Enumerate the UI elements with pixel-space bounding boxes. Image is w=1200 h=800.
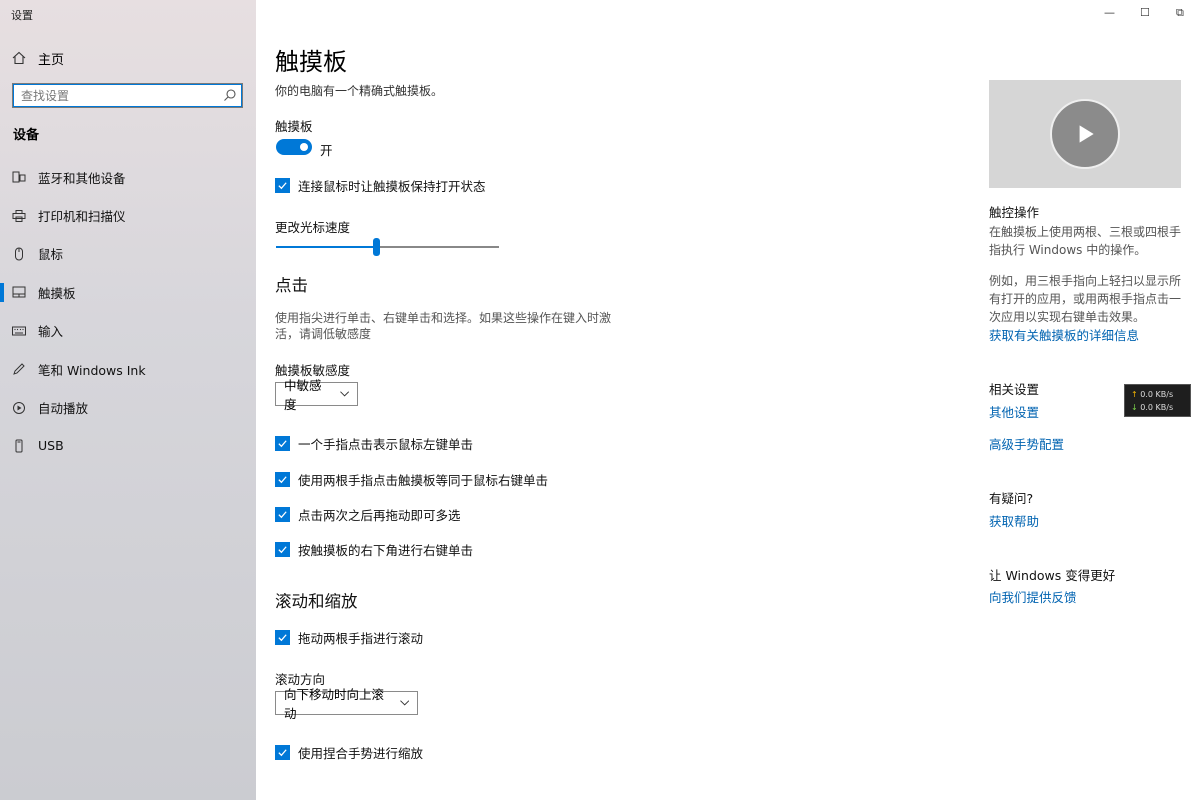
taps-desc-line1: 使用指尖进行单击、右键单击和选择。如果这些操作在键入时激 xyxy=(275,311,612,325)
page-subtitle: 你的电脑有一个精确式触摸板。 xyxy=(275,84,444,98)
pen-icon xyxy=(13,363,25,375)
sidebar-item-label: 鼠标 xyxy=(38,247,64,263)
sidebar-item-label: 触摸板 xyxy=(38,285,76,301)
sidebar-item-typing[interactable]: 输入 xyxy=(0,312,256,350)
scroll-zoom-heading: 滚动和缩放 xyxy=(275,592,358,611)
network-speed-widget: ↑ 0.0 KB/s ↓ 0.0 KB/s xyxy=(1124,384,1191,417)
scroll-two-fingers-checkbox[interactable]: 拖动两根手指进行滚动 xyxy=(275,628,423,647)
main-content: 触摸板 你的电脑有一个精确式触摸板。 触摸板 开 连接鼠标时让触摸板保持打开状态… xyxy=(256,0,1200,800)
slider-thumb[interactable] xyxy=(372,238,380,256)
search-box[interactable] xyxy=(12,83,243,108)
printer-icon xyxy=(12,209,26,222)
sidebar-item-label: 打印机和扫描仪 xyxy=(38,209,126,225)
sidebar-item-label: USB xyxy=(38,438,64,454)
checkmark-icon[interactable] xyxy=(275,472,290,487)
question-title: 有疑问? xyxy=(989,491,1034,506)
touchpad-label: 触摸板 xyxy=(275,119,313,134)
download-row: ↓ 0.0 KB/s xyxy=(1131,401,1190,414)
gesture-video[interactable] xyxy=(989,80,1181,188)
touchpad-toggle[interactable] xyxy=(276,139,312,155)
mouse-icon xyxy=(15,247,23,261)
taps-heading: 点击 xyxy=(275,276,308,295)
gestures-title: 触控操作 xyxy=(989,205,1040,220)
sensitivity-dropdown[interactable]: 中敏感度 xyxy=(275,378,358,412)
checkbox-label: 一个手指点击表示鼠标左键单击 xyxy=(298,437,474,452)
page-title: 触摸板 xyxy=(275,48,347,76)
checkmark-icon[interactable] xyxy=(275,507,290,522)
checkbox-label: 拖动两根手指进行滚动 xyxy=(298,631,424,646)
taps-desc-line2: 活，请调低敏感度 xyxy=(275,327,372,341)
advanced-gesture-link[interactable]: 高级手势配置 xyxy=(989,434,1064,453)
slider-fill xyxy=(276,246,377,248)
get-help-link[interactable]: 获取帮助 xyxy=(989,511,1039,530)
sidebar-nav: 蓝牙和其他设备 打印机和扫描仪 鼠标 触摸板 输入 笔和 Windows Ink… xyxy=(0,158,256,465)
checkbox-label: 按触摸板的右下角进行右键单击 xyxy=(298,543,474,558)
upload-arrow-icon: ↑ xyxy=(1131,390,1138,399)
touchpad-icon xyxy=(12,286,26,298)
sidebar: 设置 主页 设备 蓝牙和其他设备 打印机和扫描仪 xyxy=(0,0,256,800)
checkbox-label: 连接鼠标时让触摸板保持打开状态 xyxy=(298,179,486,194)
taps-description: 使用指尖进行单击、右键单击和选择。如果这些操作在键入时激 活，请调低敏感度 xyxy=(275,310,611,342)
home-label: 主页 xyxy=(38,52,65,68)
tap-corner-right-click-checkbox[interactable]: 按触摸板的右下角进行右键单击 xyxy=(275,540,473,559)
checkbox-label: 点击两次之后再拖动即可多选 xyxy=(298,508,461,523)
chevron-down-icon xyxy=(399,700,409,706)
checkbox-label: 使用两根手指点击触摸板等同于鼠标右键单击 xyxy=(298,473,549,488)
upload-speed: 0.0 KB/s xyxy=(1140,390,1174,399)
download-arrow-icon: ↓ xyxy=(1131,403,1138,412)
gestures-text: 在触摸板上使用两根、三根或四根手指执行 Windows 中的操作。 xyxy=(989,225,1182,257)
scroll-direction-value: 向下移动时向上滚动 xyxy=(284,687,385,721)
sidebar-item-pen[interactable]: 笔和 Windows Ink xyxy=(0,350,256,388)
download-speed: 0.0 KB/s xyxy=(1140,403,1174,412)
other-settings-link[interactable]: 其他设置 xyxy=(989,402,1039,421)
improve-windows-title: 让 Windows 变得更好 xyxy=(989,568,1116,583)
tap-two-finger-checkbox[interactable]: 使用两根手指点击触摸板等同于鼠标右键单击 xyxy=(275,470,548,489)
checkbox-label: 使用捏合手势进行缩放 xyxy=(298,746,424,761)
sidebar-item-label: 笔和 Windows Ink xyxy=(38,362,146,378)
home-nav-item[interactable]: 主页 xyxy=(12,48,64,68)
tap-single-finger-checkbox[interactable]: 一个手指点击表示鼠标左键单击 xyxy=(275,434,473,453)
checkmark-icon[interactable] xyxy=(275,745,290,760)
sidebar-item-usb[interactable]: USB xyxy=(0,427,256,465)
sidebar-item-autoplay[interactable]: 自动播放 xyxy=(0,388,256,426)
app-title: 设置 xyxy=(11,9,33,22)
cursor-speed-slider[interactable] xyxy=(276,238,499,256)
keyboard-icon xyxy=(12,326,26,336)
sidebar-item-bluetooth[interactable]: 蓝牙和其他设备 xyxy=(0,158,256,196)
sidebar-item-mouse[interactable]: 鼠标 xyxy=(0,235,256,273)
sidebar-item-printers[interactable]: 打印机和扫描仪 xyxy=(0,196,256,234)
keep-on-with-mouse-checkbox[interactable]: 连接鼠标时让触摸板保持打开状态 xyxy=(275,176,486,195)
scroll-direction-dropdown[interactable]: 向下移动时向上滚动 xyxy=(275,687,418,721)
toggle-state-label: 开 xyxy=(320,143,333,158)
checkmark-icon[interactable] xyxy=(275,542,290,557)
checkmark-icon[interactable] xyxy=(275,630,290,645)
related-settings-title: 相关设置 xyxy=(989,382,1040,397)
toggle-knob xyxy=(300,143,308,151)
autoplay-icon xyxy=(13,401,25,414)
bluetooth-devices-icon xyxy=(12,171,26,183)
pinch-zoom-checkbox[interactable]: 使用捏合手势进行缩放 xyxy=(275,743,423,762)
upload-row: ↑ 0.0 KB/s xyxy=(1131,388,1190,401)
sidebar-item-label: 蓝牙和其他设备 xyxy=(38,170,126,186)
cursor-speed-label: 更改光标速度 xyxy=(275,220,351,235)
sidebar-section-title: 设备 xyxy=(13,128,40,143)
touchpad-info-link[interactable]: 获取有关触摸板的详细信息 xyxy=(989,325,1139,344)
sensitivity-value: 中敏感度 xyxy=(284,378,322,412)
tap-twice-drag-checkbox[interactable]: 点击两次之后再拖动即可多选 xyxy=(275,505,461,524)
checkmark-icon[interactable] xyxy=(275,436,290,451)
sidebar-item-label: 输入 xyxy=(38,324,64,340)
play-icon[interactable] xyxy=(1050,99,1120,169)
checkmark-icon[interactable] xyxy=(275,178,290,193)
sidebar-item-label: 自动播放 xyxy=(38,401,89,417)
search-icon[interactable] xyxy=(223,88,237,102)
home-icon xyxy=(12,51,26,65)
sidebar-item-touchpad[interactable]: 触摸板 xyxy=(0,273,256,311)
usb-icon xyxy=(15,439,23,453)
search-input[interactable] xyxy=(13,84,213,107)
chevron-down-icon xyxy=(339,391,349,397)
gestures-example-text: 例如，用三根手指向上轻扫以显示所有打开的应用，或用两根手指点击一次应用以实现右键… xyxy=(989,274,1182,324)
feedback-link[interactable]: 向我们提供反馈 xyxy=(989,587,1077,606)
